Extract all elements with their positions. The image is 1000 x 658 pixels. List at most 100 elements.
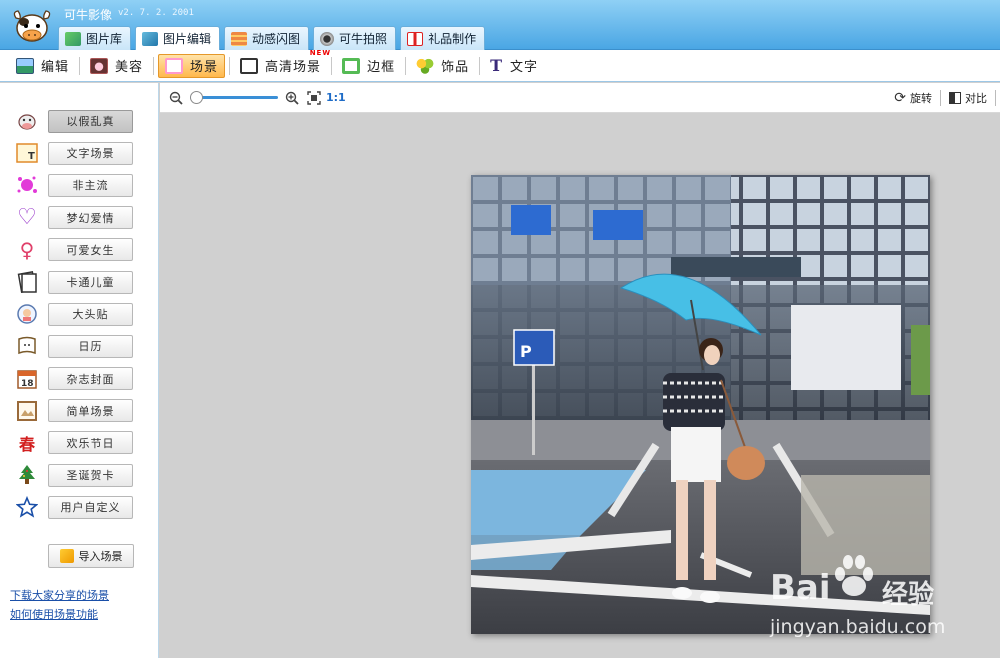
watermark-main: Bai — [770, 568, 831, 608]
fit-window-icon[interactable] — [306, 90, 322, 106]
scene-icon — [165, 57, 184, 74]
scene-calendar-button[interactable]: 日历 — [48, 334, 133, 358]
scene-list: 以假乱真 T 文字场景 非主流 ♡ 梦幻爱情 ♀ 可爱女生 卡通儿童 大头贴 日… — [14, 105, 133, 523]
star-icon — [14, 495, 40, 519]
list-item: 简单场景 — [14, 395, 133, 427]
tab-image-edit[interactable]: 图片编辑 — [135, 26, 221, 50]
webcam-icon — [320, 31, 335, 46]
compare-button[interactable]: 对比 — [941, 90, 995, 106]
hd-scene-button[interactable]: 高清场景 NEW — [234, 49, 330, 78]
scene-christmas-button[interactable]: 圣诞贺卡 — [48, 463, 133, 487]
list-item: ♀ 可爱女生 — [14, 234, 133, 266]
scene-nonmainstream-button[interactable]: 非主流 — [48, 173, 133, 197]
scene-cartoon-kids-button[interactable]: 卡通儿童 — [48, 270, 133, 294]
scene-festival-button[interactable]: 欢乐节日 — [48, 431, 133, 455]
how-to-use-link[interactable]: 如何使用场景功能 — [10, 605, 109, 624]
text-scene-icon: T — [14, 141, 40, 165]
tree-icon — [14, 463, 40, 487]
import-scene-button[interactable]: 导入场景 — [48, 544, 134, 568]
edit-label: 编辑 — [41, 60, 70, 75]
heart-icon: ♡ — [17, 205, 37, 231]
frame-icon — [342, 57, 361, 74]
view-tools: ⟳ 旋转 对比 — [886, 83, 1000, 113]
decoration-button[interactable]: 饰品 — [410, 54, 475, 78]
spring-icon: 春 — [18, 434, 35, 454]
sticker-icon — [14, 302, 40, 326]
list-item: 卡通儿童 — [14, 266, 133, 298]
female-icon: ♀ — [19, 237, 35, 262]
scene-big-head-button[interactable]: 大头贴 — [48, 302, 133, 326]
cow-head-icon — [14, 109, 40, 133]
app-title: 可牛影像 — [64, 8, 113, 22]
compare-label: 对比 — [965, 92, 987, 105]
tab-gift[interactable]: 礼品制作 — [400, 26, 486, 50]
tab-flash-image[interactable]: 动感闪图 — [224, 26, 310, 50]
flash-image-icon — [231, 31, 248, 46]
zoom-slider[interactable] — [190, 91, 278, 104]
scene-label: 场景 — [190, 60, 219, 75]
scene-custom-button[interactable]: 用户自定义 — [48, 495, 133, 519]
zoom-in-icon[interactable] — [284, 90, 300, 106]
baidu-watermark: Bai 经验 jingyan.baidu.com — [740, 546, 1000, 646]
list-item: 以假乱真 — [14, 105, 133, 137]
hd-scene-icon — [240, 57, 259, 74]
list-item: ♡ 梦幻爱情 — [14, 202, 133, 234]
hd-scene-label: 高清场景 — [265, 60, 322, 75]
rotate-icon: ⟳ — [894, 90, 906, 106]
tab-label: 礼品制作 — [428, 32, 477, 46]
list-item: 大头贴 — [14, 298, 133, 330]
separator — [995, 90, 996, 106]
zoom-out-icon[interactable] — [168, 90, 184, 106]
function-toolbar: 编辑 美容 场景 高清场景 NEW 边框 饰品 T 文字 — [0, 49, 1000, 82]
tab-label: 图片库 — [86, 32, 123, 46]
image-edit-icon — [142, 31, 159, 46]
import-label: 导入场景 — [78, 550, 123, 563]
separator — [153, 56, 155, 75]
calendar-page-icon — [14, 334, 40, 358]
separator — [405, 56, 407, 75]
tab-image-library[interactable]: 图片库 — [58, 26, 132, 50]
compare-icon — [949, 92, 961, 104]
rotate-label: 旋转 — [910, 92, 932, 105]
scene-dream-love-button[interactable]: 梦幻爱情 — [48, 206, 133, 230]
zoom-slider-handle[interactable] — [190, 91, 203, 104]
tab-label: 可牛拍照 — [339, 32, 388, 46]
import-icon — [59, 549, 74, 563]
watermark-url: jingyan.baidu.com — [770, 616, 946, 638]
scene-text-button[interactable]: 文字场景 — [48, 141, 133, 165]
scene-simple-button[interactable]: 简单场景 — [48, 399, 133, 423]
separator — [331, 56, 333, 75]
clover-icon — [416, 57, 435, 74]
tab-label: 动感闪图 — [252, 32, 301, 46]
beauty-label: 美容 — [115, 60, 144, 75]
scene-cute-girl-button[interactable]: 可爱女生 — [48, 238, 133, 262]
scene-button[interactable]: 场景 — [158, 53, 226, 78]
gift-icon — [407, 31, 424, 46]
tab-webcam[interactable]: 可牛拍照 — [313, 26, 397, 50]
cow-logo-icon — [13, 10, 51, 42]
help-links: 下载大家分享的场景 如何使用场景功能 — [10, 586, 109, 624]
scene-magazine-cover-button[interactable]: 杂志封面 — [48, 367, 133, 391]
list-item: T 文字场景 — [14, 137, 133, 169]
editor-toolbar: 1:1 ⟳ 旋转 对比 — [160, 83, 1000, 113]
download-scenes-link[interactable]: 下载大家分享的场景 — [10, 586, 109, 605]
image-library-icon — [65, 31, 81, 46]
book-icon — [14, 270, 40, 294]
landscape-icon — [16, 57, 34, 74]
beauty-button[interactable]: 美容 — [84, 54, 149, 78]
text-label: 文字 — [510, 60, 539, 75]
splash-icon — [14, 173, 40, 197]
svg-text:P: P — [520, 342, 532, 361]
text-t-icon: T — [490, 56, 503, 75]
scene-realistic-button[interactable]: 以假乱真 — [48, 109, 133, 133]
title-bar: 可牛影像 v2. 7. 2. 2001 图片库 图片编辑 动感闪图 可牛拍照 礼… — [0, 0, 1000, 50]
main-tabs: 图片库 图片编辑 动感闪图 可牛拍照 礼品制作 — [58, 26, 486, 50]
app-version: v2. 7. 2. 2001 — [118, 8, 194, 18]
frame-label: 边框 — [367, 60, 396, 75]
edit-button[interactable]: 编辑 — [10, 54, 75, 78]
zoom-ratio-button[interactable]: 1:1 — [326, 91, 346, 104]
svg-text:18: 18 — [21, 379, 34, 389]
text-button[interactable]: T 文字 — [484, 54, 544, 78]
rotate-button[interactable]: ⟳ 旋转 — [886, 90, 940, 106]
frame-button[interactable]: 边框 — [336, 54, 401, 78]
